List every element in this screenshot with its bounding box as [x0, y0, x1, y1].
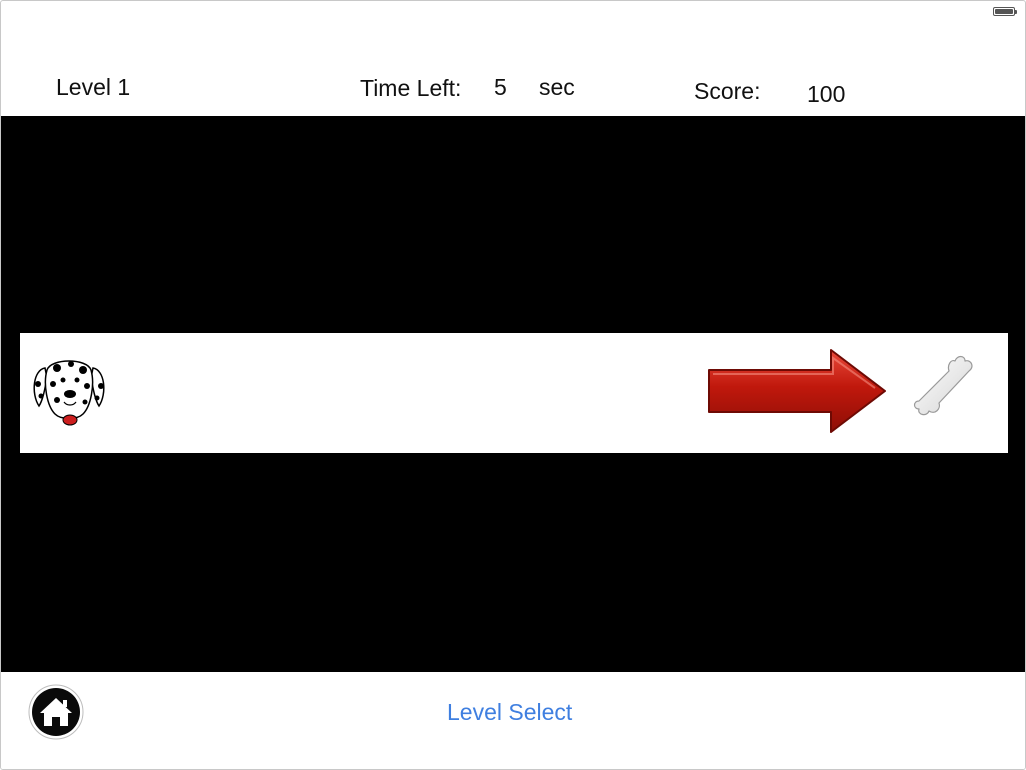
dalmatian-dog-icon[interactable]: [31, 354, 107, 430]
time-unit-label: sec: [539, 74, 575, 100]
right-arrow-icon[interactable]: [707, 348, 889, 434]
score-value: 100: [807, 81, 846, 107]
battery-icon: [993, 7, 1017, 16]
level-select-link[interactable]: Level Select: [447, 699, 572, 726]
bone-icon[interactable]: [907, 353, 979, 419]
level-label: Level 1: [56, 74, 131, 100]
home-button[interactable]: [28, 684, 84, 740]
game-screen: Level 1 Time Left: 5 sec Score: 100 Leve…: [0, 0, 1026, 770]
time-left-value: 5: [494, 74, 507, 100]
time-left-label: Time Left:: [360, 75, 462, 101]
score-label: Score:: [694, 78, 761, 104]
